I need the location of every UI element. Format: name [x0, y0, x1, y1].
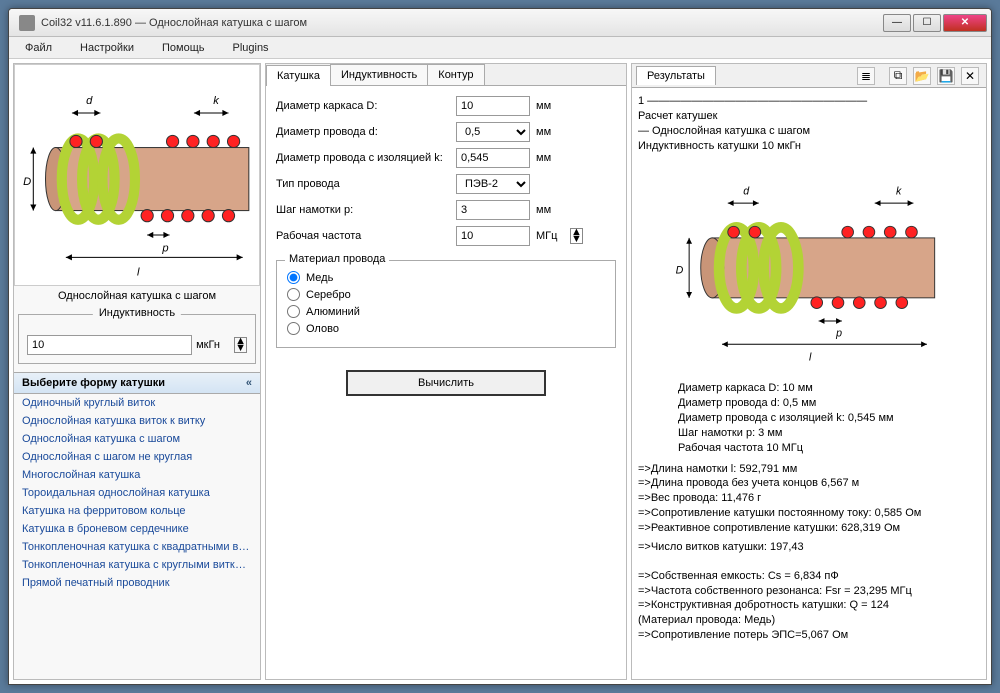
close-button[interactable]: ✕ [943, 14, 987, 32]
tab-coil[interactable]: Катушка [266, 65, 331, 86]
copy-icon[interactable]: ⧉ [889, 67, 907, 85]
input-freq[interactable] [456, 226, 530, 246]
results-panel: Результаты ≣ ⧉ 📂 💾 ✕ 1 —————————————————… [631, 63, 987, 680]
results-header: Результаты ≣ ⧉ 📂 💾 ✕ [632, 64, 986, 88]
list-item[interactable]: Однослойная катушка с шагом [14, 430, 260, 448]
clear-icon[interactable]: ✕ [961, 67, 979, 85]
svg-text:l: l [809, 352, 812, 364]
menu-help[interactable]: Помощь [162, 42, 205, 54]
save-icon[interactable]: 💾 [937, 67, 955, 85]
menu-file[interactable]: Файл [25, 42, 52, 54]
titlebar: Coil32 v11.6.1.890 — Однослойная катушка… [9, 9, 991, 37]
menubar: Файл Настройки Помощь Plugins [9, 37, 991, 59]
freq-stepper[interactable]: ▲▼ [570, 228, 583, 244]
window-title: Coil32 v11.6.1.890 — Однослойная катушка… [41, 17, 881, 29]
inductance-unit: мкГн [196, 339, 230, 351]
menu-plugins[interactable]: Plugins [232, 42, 268, 54]
radio-silver[interactable]: Серебро [287, 286, 605, 303]
app-window: Coil32 v11.6.1.890 — Однослойная катушка… [8, 8, 992, 685]
chevron-up-icon: « [246, 377, 252, 389]
svg-text:k: k [896, 186, 902, 198]
select-wiretype[interactable]: ПЭВ-2 [456, 174, 530, 194]
svg-text:p: p [161, 242, 168, 254]
form-panel: Катушка Индуктивность Контур Диаметр кар… [265, 63, 627, 680]
toolbar-icon[interactable]: ≣ [857, 67, 875, 85]
app-icon [19, 15, 35, 31]
coil-select-header[interactable]: Выберите форму катушки « [14, 372, 260, 394]
inductance-group: Индуктивность мкГн ▲▼ [18, 314, 256, 364]
radio-aluminum[interactable]: Алюминий [287, 303, 605, 320]
material-group: Материал провода Медь Серебро Алюминий О… [276, 260, 616, 348]
results-tab[interactable]: Результаты [636, 66, 716, 85]
list-item[interactable]: Тонкопленочная катушка с квадратными вит… [14, 538, 260, 556]
results-body: 1 ———————————————————— Расчет катушек — … [632, 88, 986, 679]
svg-text:D: D [23, 176, 31, 188]
inductance-stepper[interactable]: ▲▼ [234, 337, 247, 353]
diagram-caption: Однослойная катушка с шагом [14, 286, 260, 306]
open-icon[interactable]: 📂 [913, 67, 931, 85]
list-item[interactable]: Катушка на ферритовом кольце [14, 502, 260, 520]
menu-settings[interactable]: Настройки [80, 42, 134, 54]
results-diagram: d k D p l [664, 159, 954, 369]
label-p: Шаг намотки p: [276, 204, 456, 216]
maximize-button[interactable]: ☐ [913, 14, 941, 32]
coil-type-list: Одиночный круглый виток Однослойная кату… [14, 394, 260, 679]
svg-text:d: d [743, 186, 750, 198]
radio-tin[interactable]: Олово [287, 320, 605, 337]
tabs: Катушка Индуктивность Контур [266, 64, 626, 86]
list-item[interactable]: Многослойная катушка [14, 466, 260, 484]
calculate-button[interactable]: Вычислить [346, 370, 546, 396]
list-item[interactable]: Тороидальная однослойная катушка [14, 484, 260, 502]
label-k: Диаметр провода с изоляцией k: [276, 152, 456, 164]
list-item[interactable]: Однослойная с шагом не круглая [14, 448, 260, 466]
radio-copper[interactable]: Медь [287, 269, 605, 286]
list-item[interactable]: Прямой печатный проводник [14, 574, 260, 592]
svg-text:p: p [835, 328, 842, 340]
svg-text:l: l [137, 267, 140, 279]
input-D[interactable] [456, 96, 530, 116]
list-item[interactable]: Однослойная катушка виток к витку [14, 412, 260, 430]
list-item[interactable]: Одиночный круглый виток [14, 394, 260, 412]
svg-text:k: k [213, 95, 220, 107]
input-k[interactable] [456, 148, 530, 168]
inductance-legend: Индуктивность [93, 307, 181, 319]
label-freq: Рабочая частота [276, 230, 456, 242]
label-wiretype: Тип провода [276, 178, 456, 190]
inductance-input[interactable] [27, 335, 192, 355]
input-p[interactable] [456, 200, 530, 220]
list-item[interactable]: Тонкопленочная катушка с круглыми виткам… [14, 556, 260, 574]
tab-inductance[interactable]: Индуктивность [330, 64, 428, 85]
tab-circuit[interactable]: Контур [427, 64, 484, 85]
left-panel: d k D p l Однослойная катушка с шагом Ин… [13, 63, 261, 680]
svg-text:D: D [676, 265, 684, 277]
coil-diagram: d k D p l [14, 64, 260, 286]
label-d: Диаметр провода d: [276, 126, 456, 138]
minimize-button[interactable]: — [883, 14, 911, 32]
input-d[interactable]: 0,5 [456, 122, 530, 142]
svg-text:d: d [86, 95, 93, 107]
list-item[interactable]: Катушка в броневом сердечнике [14, 520, 260, 538]
label-D: Диаметр каркаса D: [276, 100, 456, 112]
